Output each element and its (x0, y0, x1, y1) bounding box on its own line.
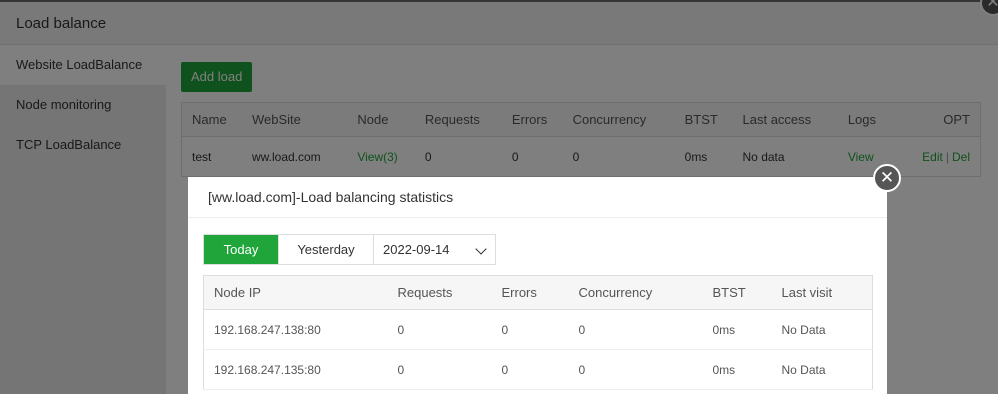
cell-last-visit: No Data (771, 309, 873, 350)
cell-requests: 0 (387, 349, 492, 390)
table-header-row: Node IP Requests Errors Concurrency BTST… (203, 275, 873, 310)
cell-node-ip: 192.168.247.138:80 (203, 309, 388, 350)
cell-errors: 0 (491, 349, 569, 390)
cell-concurrency: 0 (568, 309, 703, 350)
cell-errors: 0 (491, 309, 569, 350)
col-last-visit: Last visit (771, 275, 873, 310)
col-node-ip: Node IP (203, 275, 388, 310)
date-tabs: Today Yesterday 2022-09-14 (203, 234, 496, 265)
col-concurrency: Concurrency (568, 275, 703, 310)
date-select[interactable]: 2022-09-14 (374, 235, 495, 264)
table-row: 192.168.247.135:80 0 0 0 0ms No Data (203, 349, 873, 390)
cell-btst: 0ms (702, 349, 772, 390)
node-stats-table: Node IP Requests Errors Concurrency BTST… (203, 275, 873, 390)
popup-title: [ww.load.com]-Load balancing statistics (188, 177, 887, 218)
cell-requests: 0 (387, 309, 492, 350)
col-requests: Requests (387, 275, 492, 310)
table-row: 192.168.247.138:80 0 0 0 0ms No Data (203, 309, 873, 350)
tab-today[interactable]: Today (204, 235, 279, 264)
col-btst: BTST (702, 275, 772, 310)
date-select-value: 2022-09-14 (383, 242, 450, 257)
tab-yesterday[interactable]: Yesterday (279, 235, 374, 264)
cell-last-visit: No Data (771, 349, 873, 390)
col-errors: Errors (491, 275, 569, 310)
close-icon[interactable]: ✕ (873, 164, 901, 192)
chevron-down-icon (475, 243, 487, 255)
cell-node-ip: 192.168.247.135:80 (203, 349, 388, 390)
cell-btst: 0ms (702, 309, 772, 350)
statistics-popup: [ww.load.com]-Load balancing statistics … (188, 177, 887, 394)
cell-concurrency: 0 (568, 349, 703, 390)
